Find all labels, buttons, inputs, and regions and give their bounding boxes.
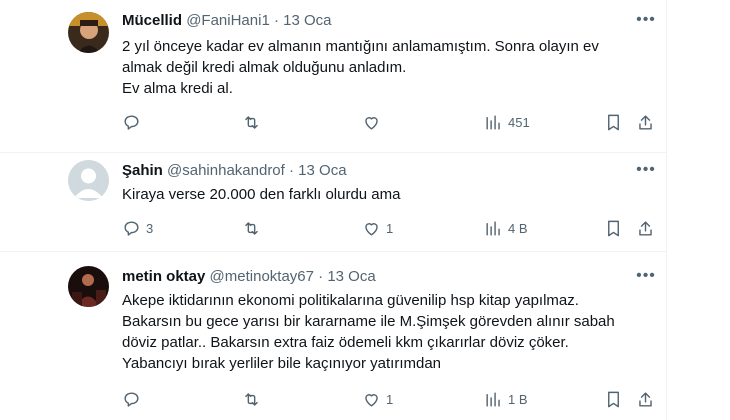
tweet-actions: 1 1 B — [122, 389, 662, 409]
tweet-text: 2 yıl önceye kadar ev almanın mantığını … — [122, 36, 642, 99]
tweet-text-line: Ev alma kredi al. — [122, 80, 233, 97]
tweet-header: Şahin @sahinhakandrof · 13 Oca — [122, 162, 347, 180]
tweet-text-line: Bakarsın bu gece yarısı bir kararname il… — [122, 313, 615, 330]
tweet-date[interactable]: 13 Oca — [327, 268, 375, 285]
retweet-button[interactable] — [242, 112, 266, 132]
tweet-text: Akepe iktidarının ekonomi politikalarına… — [122, 290, 642, 374]
reply-icon — [124, 114, 139, 130]
views-count: 451 — [508, 114, 530, 130]
bookmark-icon — [608, 391, 619, 407]
display-name[interactable]: Şahin — [122, 162, 163, 179]
reply-button[interactable] — [122, 389, 146, 409]
like-count: 1 — [386, 220, 394, 236]
tweet-actions: 451 — [122, 112, 662, 132]
views-count: 1 B — [508, 391, 528, 407]
tweet-text-line: Akepe iktidarının ekonomi politikalarına… — [122, 292, 579, 309]
separator-dot: · — [289, 162, 294, 179]
avatar[interactable] — [68, 266, 109, 307]
user-handle[interactable]: @FaniHani1 — [186, 12, 270, 29]
like-button[interactable]: 1 — [362, 389, 393, 409]
share-button[interactable] — [636, 389, 655, 409]
share-button[interactable] — [636, 218, 655, 238]
share-button[interactable] — [636, 112, 655, 132]
views-button[interactable]: 1 B — [484, 389, 528, 409]
reply-icon — [124, 391, 139, 407]
reply-feed: Mücellid @FaniHani1 · 13 Oca ••• 2 yıl ö… — [0, 0, 730, 420]
tweet-header: metin oktay @metinoktay67 · 13 Oca — [122, 268, 376, 286]
user-handle[interactable]: @metinoktay67 — [210, 268, 314, 285]
like-icon — [365, 116, 378, 130]
views-icon — [486, 114, 500, 130]
like-icon — [365, 222, 378, 236]
views-button[interactable]: 451 — [484, 112, 530, 132]
like-count: 1 — [386, 391, 394, 407]
reply-button[interactable] — [122, 112, 146, 132]
share-icon — [639, 391, 652, 407]
retweet-icon — [245, 115, 258, 129]
retweet-icon — [245, 392, 258, 406]
separator-dot: · — [273, 12, 279, 29]
views-icon — [486, 220, 500, 236]
tweet-text-line: Yabancıyı bırak yerliler bile kaçınıyor … — [122, 355, 442, 372]
reply-count: 3 — [146, 220, 154, 236]
share-icon — [639, 114, 652, 130]
avatar[interactable] — [68, 160, 109, 201]
more-icon[interactable]: ••• — [636, 12, 656, 31]
views-icon — [486, 391, 500, 407]
share-icon — [639, 220, 652, 236]
reply-icon — [124, 220, 139, 236]
views-button[interactable]: 4 B — [484, 218, 528, 238]
tweet-date[interactable]: 13 Oca — [298, 162, 346, 179]
tweet-1[interactable]: Mücellid @FaniHani1 · 13 Oca ••• 2 yıl ö… — [0, 0, 666, 152]
display-name[interactable]: metin oktay — [122, 268, 205, 285]
tweet-header: Mücellid @FaniHani1 · 13 Oca — [122, 12, 332, 30]
more-icon[interactable]: ••• — [636, 268, 656, 287]
display-name[interactable]: Mücellid — [122, 12, 182, 29]
reply-button[interactable]: 3 — [122, 218, 153, 238]
bookmark-button[interactable] — [604, 389, 623, 409]
like-button[interactable] — [362, 112, 386, 132]
tweet-text-line: 2 yıl önceye kadar ev almanın mantığını … — [122, 38, 599, 55]
tweet-3[interactable]: metin oktay @metinoktay67 · 13 Oca ••• A… — [0, 252, 666, 420]
tweet-date[interactable]: 13 Oca — [283, 12, 331, 29]
avatar[interactable] — [68, 12, 109, 53]
separator-dot: · — [318, 268, 324, 285]
retweet-button[interactable] — [242, 389, 266, 409]
tweet-actions: 3 1 4 B — [122, 218, 662, 238]
tweet-2[interactable]: Şahin @sahinhakandrof · 13 Oca ••• Kiray… — [0, 153, 666, 250]
retweet-button[interactable] — [242, 218, 266, 238]
user-handle[interactable]: @sahinhakandrof — [167, 162, 285, 179]
tweet-text-line: almak değil kredi almak olduğunu anladım… — [122, 59, 407, 76]
tweet-text-line: Kiraya verse 20.000 den farklı olurdu am… — [122, 186, 401, 203]
like-icon — [365, 393, 378, 407]
tweet-text: Kiraya verse 20.000 den farklı olurdu am… — [122, 184, 642, 205]
like-button[interactable]: 1 — [362, 218, 393, 238]
bookmark-button[interactable] — [604, 218, 623, 238]
bookmark-icon — [608, 114, 619, 130]
tweet-text-line: döviz patlar.. Bakarsın extra faiz ödeme… — [122, 334, 569, 351]
views-count: 4 B — [508, 220, 528, 236]
bookmark-icon — [608, 220, 619, 236]
column-border — [666, 0, 667, 420]
retweet-icon — [245, 221, 258, 235]
bookmark-button[interactable] — [604, 112, 623, 132]
more-icon[interactable]: ••• — [636, 162, 656, 181]
